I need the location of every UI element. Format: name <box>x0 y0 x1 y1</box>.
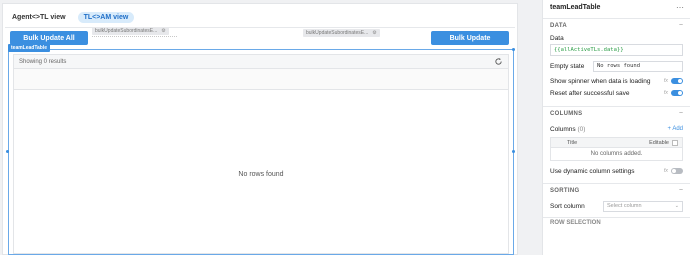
table-body: Showing 0 results No rows found <box>13 54 509 254</box>
editable-header-label: Editable <box>649 139 669 146</box>
empty-state-text: No rows found <box>238 171 284 178</box>
gear-icon: ⚙ <box>372 30 377 36</box>
section-cut-off[interactable]: ROW SELECTION <box>543 217 690 227</box>
columns-header-row: Columns (0) + Add <box>543 123 690 135</box>
query-chip-label: bulkUpdateSubordinatesE... <box>306 30 369 36</box>
columns-empty-text: No columns added. <box>590 151 643 157</box>
resize-handle[interactable] <box>512 150 515 153</box>
fx-icon[interactable]: fx <box>664 90 668 96</box>
more-options-icon[interactable]: ⋯ <box>676 3 684 12</box>
query-chip-label: bulkUpdateSubordinatesE... <box>95 28 158 34</box>
refresh-icon[interactable] <box>494 57 503 66</box>
toggle-knob <box>672 169 676 173</box>
resize-handle[interactable] <box>6 150 9 153</box>
bulk-update-button[interactable]: Bulk Update <box>431 31 509 45</box>
tab-tl-am-view[interactable]: TL<>AM view <box>77 12 135 23</box>
reset-after-save-toggle[interactable] <box>671 90 683 96</box>
section-title: SORTING <box>550 187 580 194</box>
editable-header: Editable <box>649 139 678 146</box>
add-column-button[interactable]: + Add <box>667 126 683 132</box>
table-header-row <box>14 69 508 90</box>
query-chip[interactable]: bulkUpdateSubordinatesE... ⚙ <box>303 29 380 37</box>
columns-label-text: Columns <box>550 125 576 133</box>
section-columns[interactable]: COLUMNS − <box>543 106 690 120</box>
chevron-down-icon: ⌄ <box>674 203 679 209</box>
dynamic-columns-row: Use dynamic column settings fx <box>543 165 690 177</box>
toggle-group: fx <box>664 78 683 84</box>
query-link-line <box>92 36 177 37</box>
dynamic-columns-toggle[interactable] <box>671 168 683 174</box>
sort-column-placeholder: Select column <box>607 203 642 209</box>
collapse-icon[interactable]: − <box>679 22 683 29</box>
columns-table-header: Title Editable <box>551 138 682 148</box>
results-count: Showing 0 results <box>19 58 67 65</box>
inspector-header: teamLeadTable ⋯ <box>543 0 690 14</box>
show-spinner-row: Show spinner when data is loading fx <box>543 75 690 87</box>
gear-icon: ⚙ <box>161 28 166 34</box>
columns-label: Columns (0) <box>550 126 585 133</box>
columns-count: (0) <box>577 125 586 133</box>
collapse-icon[interactable]: − <box>679 110 683 117</box>
data-input[interactable]: {{allActiveTLs.data}} <box>550 44 683 56</box>
columns-table: Title Editable No columns added. <box>550 137 683 161</box>
section-data[interactable]: DATA − <box>543 18 690 32</box>
editable-all-checkbox[interactable] <box>672 139 678 146</box>
empty-state-input[interactable]: No rows found <box>593 60 683 72</box>
show-spinner-toggle[interactable] <box>671 78 683 84</box>
selected-widget-label: teamLeadTable <box>8 44 51 52</box>
toggle-group: fx <box>664 168 683 174</box>
data-label: Data <box>550 35 564 42</box>
sort-column-label: Sort column <box>550 202 585 210</box>
section-sorting[interactable]: SORTING − <box>543 183 690 197</box>
team-lead-table[interactable]: Showing 0 results No rows found <box>8 49 514 255</box>
reset-after-save-label: Reset after successful save <box>550 89 630 97</box>
resize-handle[interactable] <box>512 48 515 51</box>
dynamic-columns-label: Use dynamic column settings <box>550 167 635 175</box>
section-title: COLUMNS <box>550 110 583 117</box>
query-chip[interactable]: bulkUpdateSubordinatesE... ⚙ <box>92 27 169 35</box>
bulk-update-all-button[interactable]: Bulk Update All <box>10 31 88 45</box>
section-title: DATA <box>550 22 567 29</box>
app-canvas: Agent<>TL view TL<>AM view bulkUpdateSub… <box>0 0 542 255</box>
fx-icon[interactable]: fx <box>664 168 668 174</box>
empty-state-row: Empty state No rows found <box>543 60 690 72</box>
fx-icon[interactable]: fx <box>664 78 668 84</box>
inspector-title[interactable]: teamLeadTable <box>550 4 600 11</box>
inspector-panel: teamLeadTable ⋯ DATA − Data {{allActiveT… <box>542 0 690 255</box>
show-spinner-label: Show spinner when data is loading <box>550 77 651 85</box>
reset-after-save-row: Reset after successful save fx <box>543 87 690 99</box>
collapse-icon[interactable]: − <box>679 187 683 194</box>
view-tabs: Agent<>TL view TL<>AM view <box>9 12 135 23</box>
toggle-knob <box>678 79 682 83</box>
tabs-divider <box>5 27 515 28</box>
toggle-knob <box>678 91 682 95</box>
sort-column-select[interactable]: Select column ⌄ <box>603 200 683 212</box>
toggle-group: fx <box>664 90 683 96</box>
tab-agent-tl-view[interactable]: Agent<>TL view <box>9 12 69 23</box>
title-header: Title <box>567 139 578 146</box>
empty-state-label: Empty state <box>550 62 585 70</box>
table-toolbar: Showing 0 results <box>14 55 508 69</box>
sort-column-row: Sort column Select column ⌄ <box>543 200 690 212</box>
